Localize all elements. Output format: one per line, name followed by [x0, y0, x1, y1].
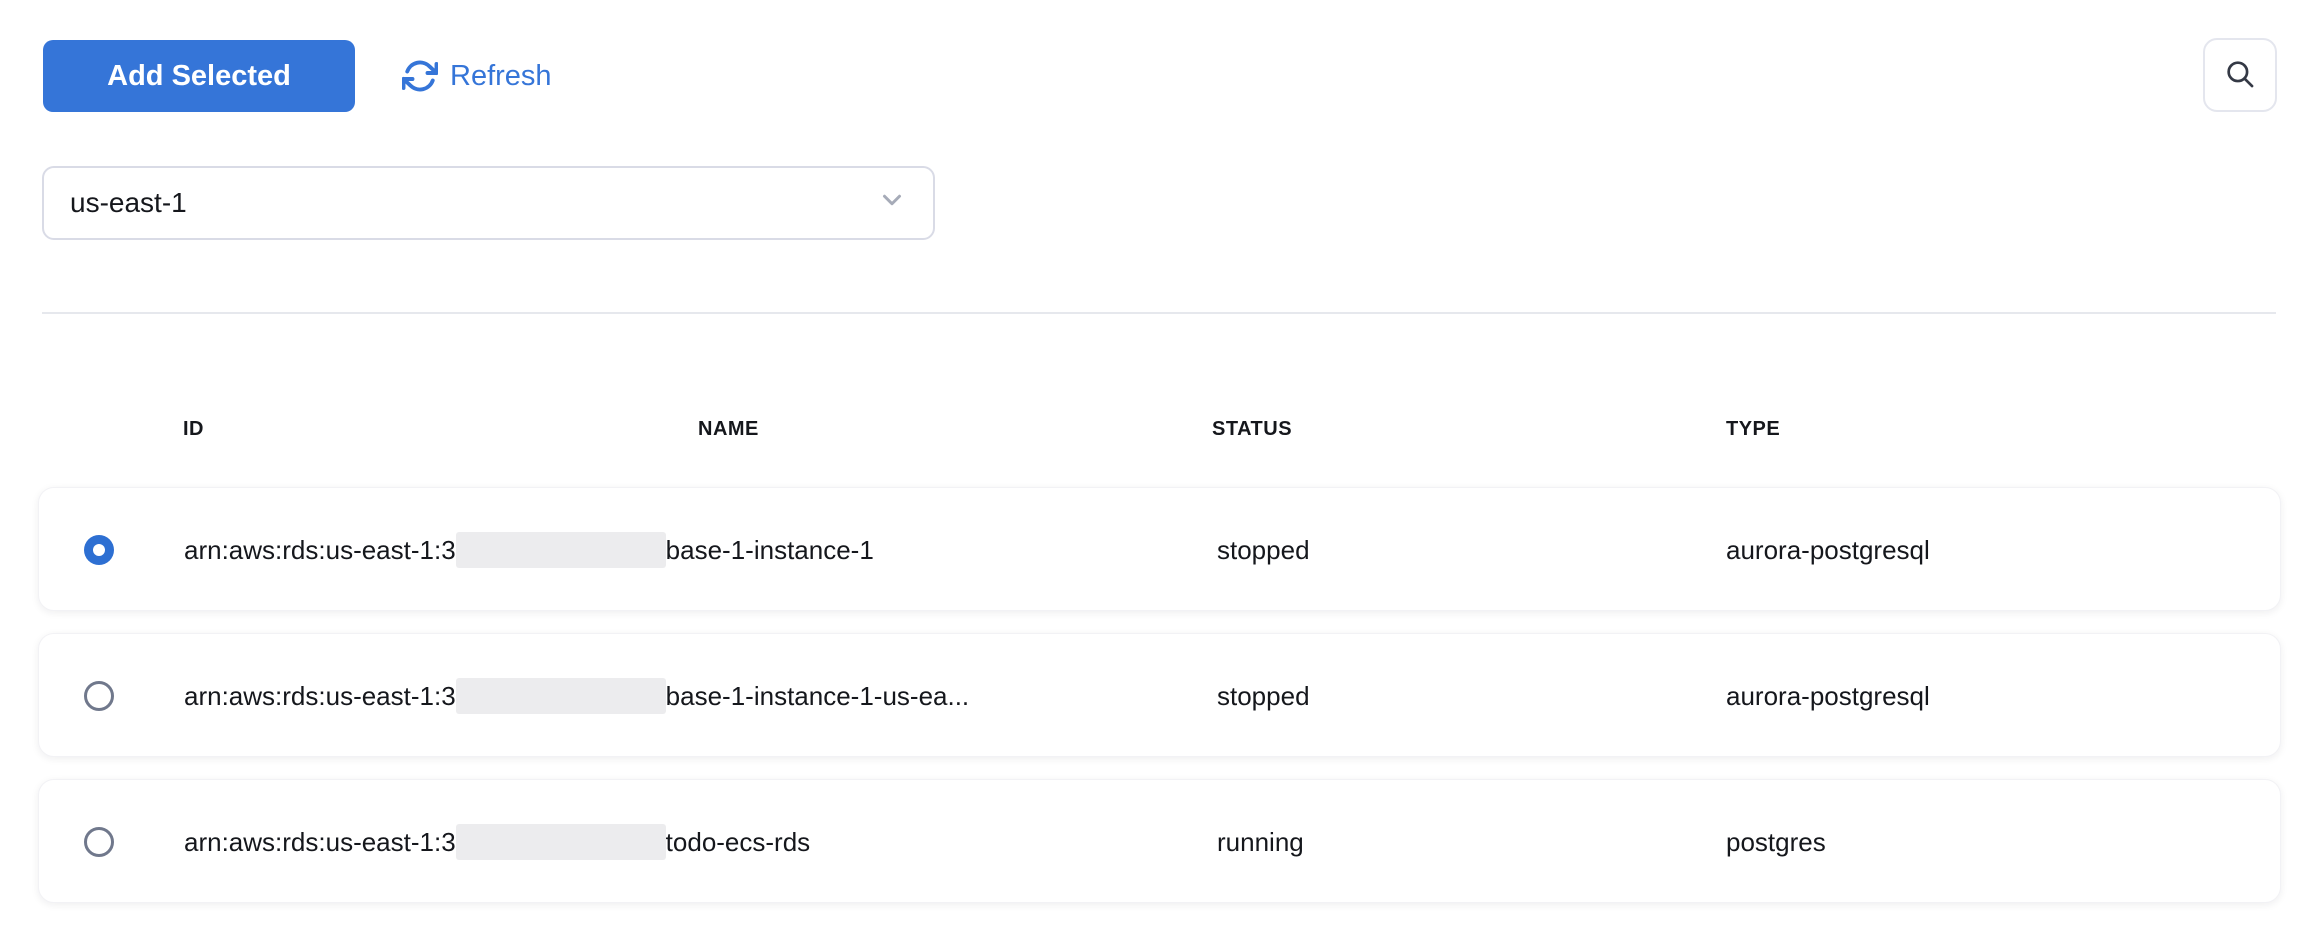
- refresh-label: Refresh: [450, 60, 552, 93]
- cell-id: arn:aws:rds:us-east-1:3 base-1-instance-1…: [184, 634, 969, 758]
- search-button[interactable]: [2203, 38, 2277, 112]
- redacted-text: [456, 678, 666, 714]
- cell-status: running: [1217, 780, 1304, 904]
- section-divider: [42, 312, 2276, 314]
- cell-type: postgres: [1726, 780, 1826, 904]
- column-header-type: TYPE: [1726, 418, 1780, 441]
- refresh-icon: [402, 58, 438, 94]
- cell-id: arn:aws:rds:us-east-1:3 base-1-instance-1: [184, 488, 874, 612]
- redacted-text: [456, 824, 666, 860]
- id-prefix: arn:aws:rds:us-east-1:3: [184, 535, 456, 566]
- table-row[interactable]: arn:aws:rds:us-east-1:3 base-1-instance-1…: [38, 633, 2281, 757]
- column-header-status: STATUS: [1212, 418, 1292, 441]
- region-dropdown[interactable]: us-east-1: [42, 166, 935, 240]
- table-row[interactable]: arn:aws:rds:us-east-1:3 todo-ecs-rds runn…: [38, 779, 2281, 903]
- search-icon: [2223, 57, 2257, 94]
- column-header-id: ID: [183, 418, 204, 441]
- radio-button[interactable]: [84, 681, 114, 711]
- id-prefix: arn:aws:rds:us-east-1:3: [184, 681, 456, 712]
- id-prefix: arn:aws:rds:us-east-1:3: [184, 827, 456, 858]
- cell-type: aurora-postgresql: [1726, 634, 1930, 758]
- radio-button[interactable]: [84, 827, 114, 857]
- id-suffix: base-1-instance-1: [666, 535, 874, 566]
- instance-table: arn:aws:rds:us-east-1:3 base-1-instance-1…: [38, 487, 2281, 925]
- region-dropdown-value: us-east-1: [70, 187, 187, 219]
- cell-status: stopped: [1217, 634, 1310, 758]
- chevron-down-icon: [877, 185, 907, 222]
- id-suffix: todo-ecs-rds: [666, 827, 811, 858]
- cell-id: arn:aws:rds:us-east-1:3 todo-ecs-rds: [184, 780, 810, 904]
- cell-type: aurora-postgresql: [1726, 488, 1930, 612]
- refresh-button[interactable]: Refresh: [402, 40, 552, 112]
- redacted-text: [456, 532, 666, 568]
- cell-status: stopped: [1217, 488, 1310, 612]
- id-suffix: base-1-instance-1-us-ea...: [666, 681, 969, 712]
- add-selected-button[interactable]: Add Selected: [43, 40, 355, 112]
- radio-button[interactable]: [84, 535, 114, 565]
- column-header-name: NAME: [698, 418, 759, 441]
- table-row[interactable]: arn:aws:rds:us-east-1:3 base-1-instance-1…: [38, 487, 2281, 611]
